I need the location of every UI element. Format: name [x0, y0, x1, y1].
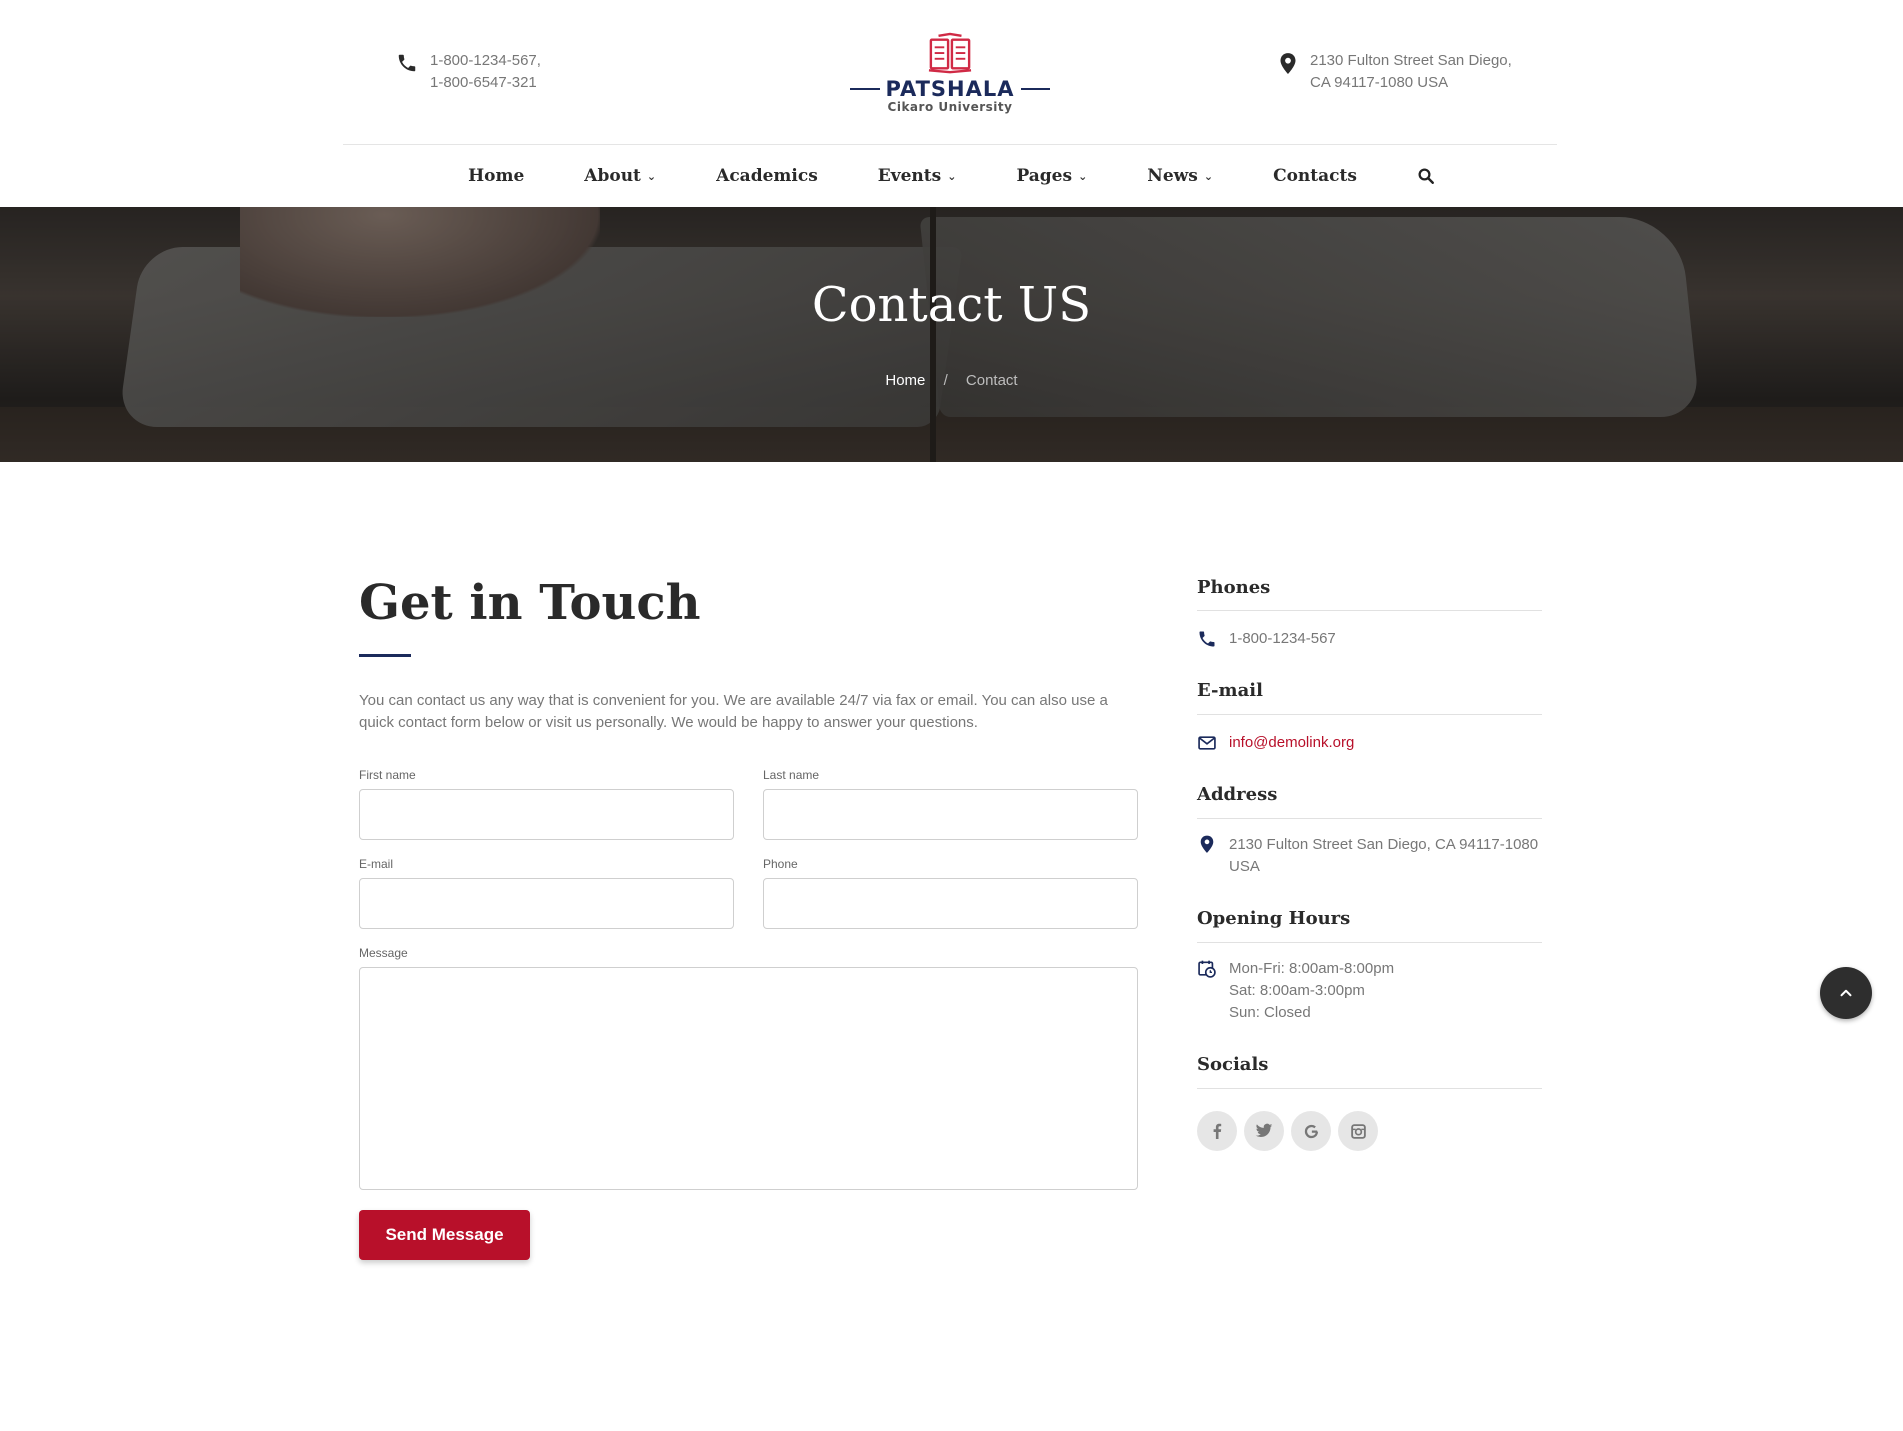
sidebar-address-line-2: USA	[1229, 858, 1260, 875]
hours-line-2: Sat: 8:00am-3:00pm	[1229, 982, 1365, 999]
nav-item-academics[interactable]: Academics	[686, 166, 848, 186]
email-heading: E-mail	[1197, 680, 1263, 701]
google-button[interactable]	[1291, 1111, 1331, 1151]
instagram-icon	[1350, 1123, 1366, 1139]
facebook-button[interactable]	[1197, 1111, 1237, 1151]
address-divider	[1197, 818, 1542, 819]
twitter-button[interactable]	[1244, 1111, 1284, 1151]
book-logo-icon	[928, 32, 972, 74]
sidebar-address-line-1: 2130 Fulton Street San Diego, CA 94117-1…	[1229, 836, 1539, 853]
social-links	[1197, 1111, 1378, 1151]
breadcrumb: Home / Contact	[0, 372, 1903, 389]
logo-dash-left	[850, 88, 880, 90]
hours-heading: Opening Hours	[1197, 908, 1351, 929]
hours-divider	[1197, 942, 1542, 943]
nav-item-events[interactable]: Events ⌄	[848, 166, 987, 186]
breadcrumb-home[interactable]: Home	[885, 372, 925, 389]
logo-brand: PATSHALA	[885, 77, 1015, 101]
nav-item-label: Events	[877, 166, 942, 186]
breadcrumb-current: Contact	[965, 372, 1018, 389]
instagram-button[interactable]	[1338, 1111, 1378, 1151]
nav-item-pages[interactable]: Pages ⌄	[986, 166, 1117, 186]
intro-text: You can contact us any way that is conve…	[359, 692, 1108, 731]
message-label: Message	[359, 946, 408, 960]
logo-subtitle: Cikaro University	[887, 100, 1013, 114]
location-pin-icon	[1200, 835, 1214, 853]
phone-label: Phone	[763, 857, 798, 871]
last-name-label: Last name	[763, 768, 820, 782]
section-title: Get in Touch	[359, 575, 701, 631]
nav-item-contacts[interactable]: Contacts	[1243, 166, 1387, 186]
breadcrumb-separator: /	[943, 372, 948, 389]
phone-icon	[1199, 631, 1215, 647]
site-header: 1-800-1234-567, 1-800-6547-321 PATSHALA …	[0, 0, 1903, 145]
title-underline	[359, 654, 411, 657]
first-name-label: First name	[359, 768, 416, 782]
chevron-down-icon: ⌄	[1203, 169, 1214, 183]
message-textarea[interactable]	[360, 968, 1137, 1189]
email-field-box	[359, 878, 734, 929]
chevron-down-icon: ⌄	[947, 169, 957, 183]
nav-item-label: Pages	[1016, 166, 1073, 186]
sidebar-address: 2130 Fulton Street San Diego, CA 94117-1…	[1197, 834, 1538, 878]
sidebar-email-link[interactable]: info@demolink.org	[1229, 732, 1354, 754]
message-field-box	[359, 967, 1138, 1190]
header-phone-2[interactable]: 1-800-6547-321	[430, 72, 541, 94]
last-name-field-box	[763, 789, 1138, 840]
chevron-down-icon: ⌄	[646, 169, 657, 183]
header-address-line-1: 2130 Fulton Street San Diego,	[1310, 52, 1512, 69]
address-heading: Address	[1197, 784, 1278, 805]
header-address-line-2: CA 94117-1080 USA	[1310, 74, 1449, 91]
phone-icon	[398, 54, 416, 72]
calendar-clock-icon	[1198, 960, 1216, 978]
nav-item-home[interactable]: Home	[438, 166, 554, 186]
phones-divider	[1197, 610, 1542, 611]
first-name-field-box	[359, 789, 734, 840]
sidebar-phone: 1-800-1234-567	[1197, 628, 1336, 650]
page-title: Contact US	[811, 277, 1092, 333]
hours-line-3: Sun: Closed	[1229, 1004, 1311, 1021]
location-pin-icon	[1280, 53, 1296, 74]
nav-item-news[interactable]: News ⌄	[1117, 166, 1243, 186]
page-hero: Contact US Home / Contact	[0, 207, 1903, 462]
facebook-icon	[1213, 1123, 1222, 1139]
header-phone-1[interactable]: 1-800-1234-567,	[430, 50, 541, 72]
scroll-to-top-button[interactable]	[1820, 967, 1872, 1019]
site-logo[interactable]: PATSHALA Cikaro University	[850, 32, 1050, 117]
nav-item-label: Contacts	[1273, 166, 1357, 186]
nav-item-about[interactable]: About ⌄	[554, 166, 686, 186]
socials-divider	[1197, 1088, 1542, 1089]
chevron-down-icon: ⌄	[1078, 169, 1088, 183]
first-name-input[interactable]	[360, 790, 733, 839]
hero-overlay	[0, 207, 1903, 462]
search-button[interactable]	[1387, 167, 1465, 185]
nav-item-label: News	[1147, 166, 1198, 186]
last-name-input[interactable]	[764, 790, 1137, 839]
phone-field-box	[763, 878, 1138, 929]
email-input[interactable]	[360, 879, 733, 928]
email-divider	[1197, 714, 1542, 715]
main-nav: Home About ⌄ Academics Events ⌄ Pages ⌄ New…	[0, 145, 1903, 207]
phone-input[interactable]	[764, 879, 1137, 928]
sidebar-email: info@demolink.org	[1197, 732, 1354, 754]
google-icon	[1304, 1124, 1318, 1138]
header-phones: 1-800-1234-567, 1-800-6547-321	[396, 50, 541, 94]
nav-item-label: Home	[468, 166, 525, 186]
envelope-icon	[1198, 736, 1216, 750]
chevron-up-icon	[1840, 989, 1852, 997]
sidebar-hours: Mon-Fri: 8:00am-8:00pm Sat: 8:00am-3:00p…	[1197, 958, 1394, 1024]
nav-item-label: About	[584, 166, 641, 186]
header-address: 2130 Fulton Street San Diego, CA 94117-1…	[1278, 50, 1512, 94]
search-icon	[1418, 168, 1434, 184]
send-message-button[interactable]: Send Message	[359, 1210, 530, 1260]
phones-heading: Phones	[1197, 577, 1271, 598]
nav-item-label: Academics	[716, 166, 818, 186]
email-label: E-mail	[359, 857, 394, 871]
sidebar-phone-text[interactable]: 1-800-1234-567	[1229, 628, 1336, 650]
hours-line-1: Mon-Fri: 8:00am-8:00pm	[1229, 960, 1395, 977]
twitter-icon	[1255, 1123, 1273, 1138]
socials-heading: Socials	[1197, 1054, 1269, 1075]
logo-dash-right	[1020, 88, 1050, 90]
